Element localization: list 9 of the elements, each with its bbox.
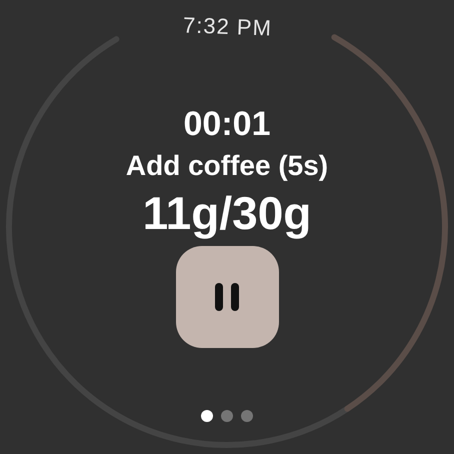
step-label: Add coffee (5s) [126,150,328,182]
clock-time: 7:32 PM [182,12,272,42]
weight-reading: 11g/30g [142,188,312,238]
elapsed-time: 00:01 [184,104,270,144]
page-dot[interactable] [241,410,253,422]
page-dot[interactable] [201,410,213,422]
pause-icon [212,283,242,311]
page-dot[interactable] [221,410,233,422]
pause-button[interactable] [176,246,278,348]
